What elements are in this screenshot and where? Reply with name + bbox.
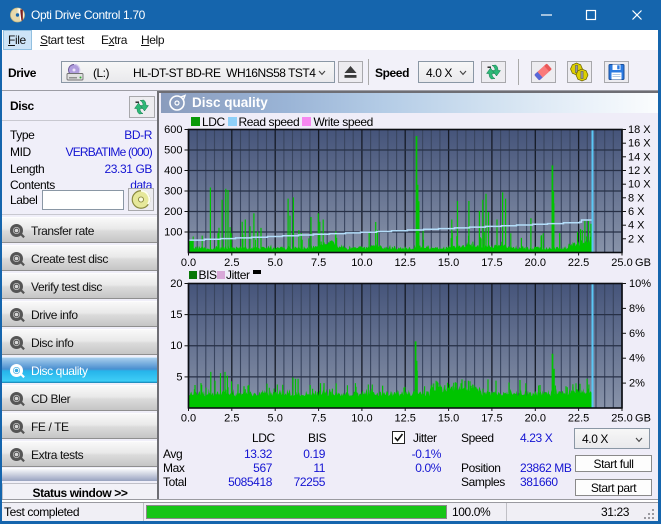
svg-text:8 X: 8 X (628, 192, 645, 204)
svg-text:10.0: 10.0 (351, 413, 372, 425)
svg-text:12.5: 12.5 (394, 413, 415, 425)
svg-text:200: 200 (164, 206, 182, 218)
svg-text:6%: 6% (629, 328, 645, 340)
svg-text:GB: GB (635, 413, 651, 425)
svg-text:0.0: 0.0 (181, 413, 196, 425)
svg-text:15: 15 (170, 309, 182, 321)
svg-text:15.0: 15.0 (438, 413, 459, 425)
svg-text:2%: 2% (629, 378, 645, 390)
svg-text:20.0: 20.0 (525, 413, 546, 425)
svg-text:7.5: 7.5 (311, 413, 326, 425)
svg-text:18 X: 18 X (628, 124, 651, 136)
svg-text:4 X: 4 X (628, 220, 645, 232)
svg-text:5: 5 (176, 371, 182, 383)
svg-text:12 X: 12 X (628, 165, 651, 177)
svg-text:8%: 8% (629, 303, 645, 315)
svg-text:17.5: 17.5 (481, 413, 502, 425)
svg-text:400: 400 (164, 165, 182, 177)
svg-text:600: 600 (164, 124, 182, 136)
svg-text:300: 300 (164, 186, 182, 198)
svg-text:500: 500 (164, 145, 182, 157)
svg-text:10: 10 (170, 340, 182, 352)
svg-text:22.5: 22.5 (568, 413, 589, 425)
svg-text:10 X: 10 X (628, 179, 651, 191)
svg-text:4%: 4% (629, 353, 645, 365)
svg-text:100: 100 (164, 227, 182, 239)
svg-text:6 X: 6 X (628, 206, 645, 218)
svg-text:5.0: 5.0 (268, 413, 283, 425)
svg-text:14 X: 14 X (628, 151, 651, 163)
svg-text:2.5: 2.5 (224, 413, 239, 425)
svg-text:25.0: 25.0 (611, 413, 632, 425)
svg-text:16 X: 16 X (628, 138, 651, 150)
svg-text:2 X: 2 X (628, 233, 645, 245)
